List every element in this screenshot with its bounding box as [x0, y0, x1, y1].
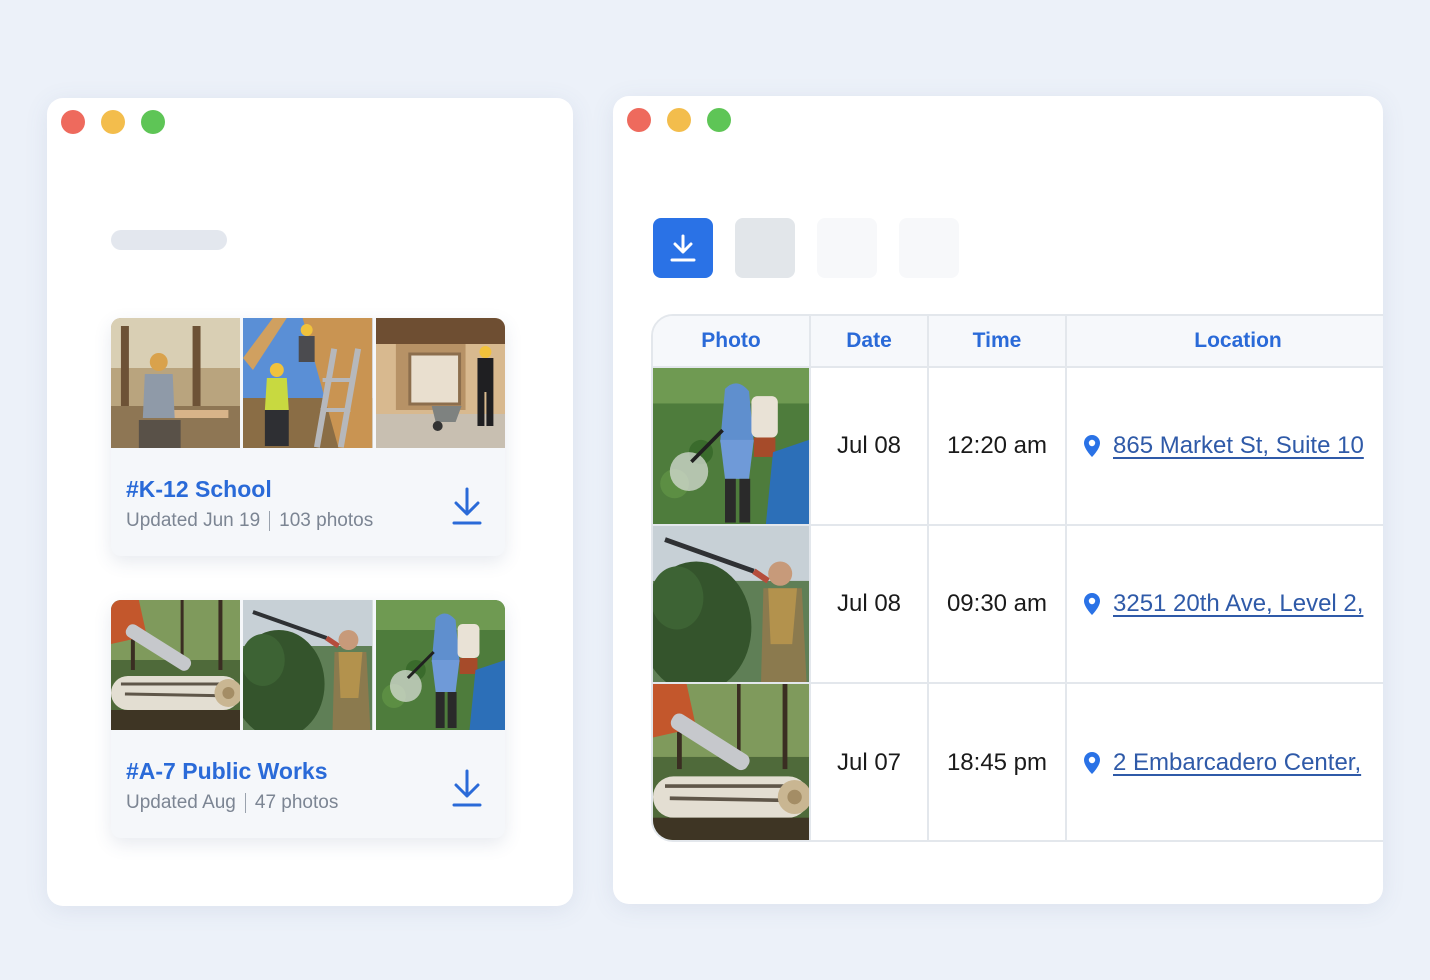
skeleton-placeholder [111, 230, 227, 250]
time-cell: 18:45 pm [929, 684, 1067, 840]
table-header: Photo Date Time Location [653, 316, 1383, 368]
toolbar-button-placeholder[interactable] [817, 218, 877, 278]
chainsaw-cutting-logs-photo [653, 684, 809, 842]
album-updated: Updated Jun 19 [126, 510, 261, 531]
location-cell: 865 Market St, Suite 10 [1067, 368, 1383, 524]
album-card-a7-public-works[interactable]: #A-7 Public Works Updated Aug 47 photos [111, 600, 505, 838]
man-pruning-hedge-photo [243, 600, 372, 730]
worker-on-ladder-photo [243, 318, 372, 448]
table-row[interactable]: Jul 07 18:45 pm 2 Embarcadero Center, [653, 684, 1383, 842]
close-window-button[interactable] [61, 110, 85, 134]
toolbar-button-placeholder[interactable] [735, 218, 795, 278]
column-header-date[interactable]: Date [811, 316, 929, 366]
toolbar [653, 218, 959, 278]
time-cell: 12:20 am [929, 368, 1067, 524]
maximize-window-button[interactable] [141, 110, 165, 134]
date-cell: Jul 08 [811, 526, 929, 682]
table-row[interactable]: Jul 08 09:30 am 3251 20th Ave, Level 2, [653, 526, 1383, 684]
meta-divider [269, 511, 271, 531]
column-header-photo[interactable]: Photo [653, 316, 811, 366]
album-thumbnails [111, 318, 505, 448]
time-cell: 09:30 am [929, 526, 1067, 682]
location-link[interactable]: 2 Embarcadero Center, [1113, 749, 1361, 777]
close-window-button[interactable] [627, 108, 651, 132]
date-cell: Jul 08 [811, 368, 929, 524]
album-photo-count: 103 photos [279, 510, 374, 531]
minimize-window-button[interactable] [667, 108, 691, 132]
table-row[interactable]: Jul 08 12:20 am 865 Market St, Suite 10 [653, 368, 1383, 526]
man-spraying-plants-photo [653, 368, 809, 524]
album-meta: Updated Jun 19 103 photos [126, 510, 373, 532]
man-pruning-hedge-photo [653, 526, 809, 682]
location-link[interactable]: 3251 20th Ave, Level 2, [1113, 590, 1363, 618]
album-title[interactable]: #A-7 Public Works [126, 758, 328, 785]
location-pin-icon [1084, 435, 1100, 457]
minimize-window-button[interactable] [101, 110, 125, 134]
download-button[interactable] [653, 218, 713, 278]
maximize-window-button[interactable] [707, 108, 731, 132]
albums-window: #K-12 School Updated Jun 19 103 photos #… [47, 98, 573, 906]
album-thumbnails [111, 600, 505, 730]
photo-table-window: Photo Date Time Location Jul 08 12:20 am… [613, 96, 1383, 904]
album-updated: Updated Aug [126, 792, 236, 813]
download-icon [670, 234, 696, 262]
date-cell: Jul 07 [811, 684, 929, 840]
carpenter-sawing-photo [111, 318, 240, 448]
window-controls [61, 110, 165, 134]
album-card-k12-school[interactable]: #K-12 School Updated Jun 19 103 photos [111, 318, 505, 556]
meta-divider [244, 793, 246, 813]
location-pin-icon [1084, 593, 1100, 615]
location-pin-icon [1084, 752, 1100, 774]
man-spraying-plants-photo [376, 600, 505, 730]
toolbar-button-placeholder[interactable] [899, 218, 959, 278]
worker-with-wheelbarrow-photo [376, 318, 505, 448]
photo-table: Photo Date Time Location Jul 08 12:20 am… [651, 314, 1383, 842]
album-title[interactable]: #K-12 School [126, 476, 272, 503]
download-icon[interactable] [451, 768, 483, 808]
album-meta: Updated Aug 47 photos [126, 792, 338, 814]
window-controls [627, 108, 731, 132]
photo-cell[interactable] [653, 684, 811, 842]
album-photo-count: 47 photos [254, 792, 339, 813]
download-icon[interactable] [451, 486, 483, 526]
location-link[interactable]: 865 Market St, Suite 10 [1113, 432, 1364, 460]
chainsaw-cutting-logs-photo [111, 600, 240, 730]
location-cell: 3251 20th Ave, Level 2, [1067, 526, 1383, 682]
photo-cell[interactable] [653, 526, 811, 682]
column-header-location[interactable]: Location [1067, 316, 1383, 366]
location-cell: 2 Embarcadero Center, [1067, 684, 1383, 840]
column-header-time[interactable]: Time [929, 316, 1067, 366]
photo-cell[interactable] [653, 368, 811, 524]
